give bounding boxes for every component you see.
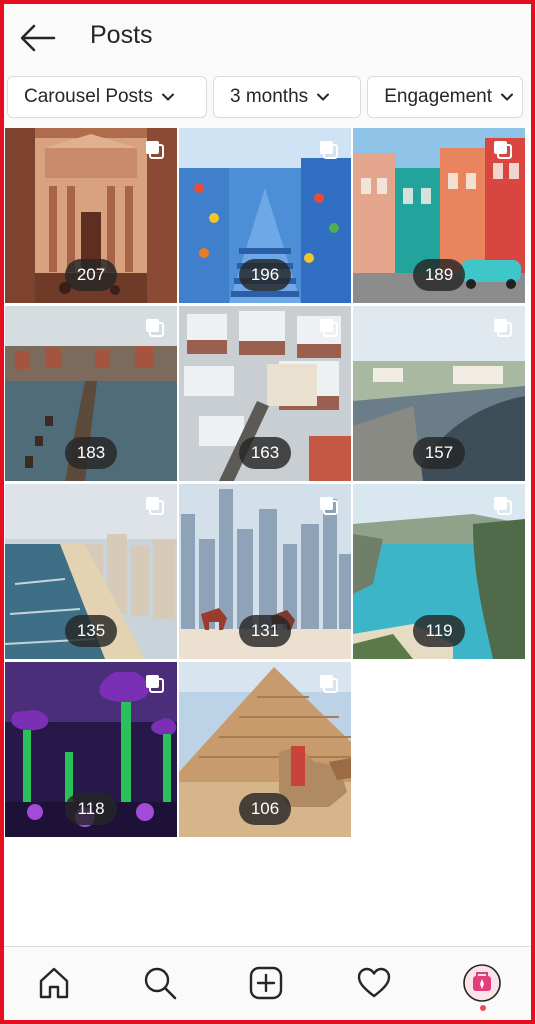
home-icon: [39, 967, 69, 999]
profile-avatar-icon: [463, 964, 501, 1002]
tab-activity[interactable]: [352, 961, 396, 1005]
carousel-icon: [320, 319, 338, 337]
post-tile[interactable]: 163: [179, 306, 351, 481]
carousel-icon: [494, 497, 512, 515]
post-tile[interactable]: 118: [5, 662, 177, 837]
filter-time-range[interactable]: 3 months: [213, 76, 361, 118]
carousel-icon: [146, 497, 164, 515]
post-tile[interactable]: 207: [5, 128, 177, 303]
engagement-count: 183: [65, 437, 117, 469]
engagement-count: 119: [413, 615, 465, 647]
top-bar: Posts: [4, 4, 531, 71]
chevron-down-icon: [317, 93, 330, 101]
activity-heart-icon: [357, 967, 391, 998]
carousel-icon: [494, 141, 512, 159]
filter-label: 3 months: [230, 86, 309, 107]
filter-post-type[interactable]: Carousel Posts: [7, 76, 207, 118]
post-tile[interactable]: 157: [353, 306, 525, 481]
engagement-count: 207: [65, 259, 117, 291]
engagement-count: 118: [65, 793, 117, 825]
back-button[interactable]: [18, 20, 58, 56]
engagement-count: 106: [239, 793, 291, 825]
post-tile[interactable]: 135: [5, 484, 177, 659]
page-title: Posts: [90, 21, 153, 49]
carousel-icon: [320, 497, 338, 515]
search-icon: [144, 967, 177, 1000]
engagement-count: 163: [239, 437, 291, 469]
carousel-icon: [320, 675, 338, 693]
engagement-count: 135: [65, 615, 117, 647]
carousel-icon: [146, 141, 164, 159]
tab-profile[interactable]: [460, 961, 504, 1005]
filter-bar: Carousel Posts 3 months Engagement: [4, 70, 531, 128]
carousel-icon: [320, 141, 338, 159]
back-arrow-icon: [20, 24, 56, 52]
bottom-tab-bar: [4, 946, 531, 1021]
filter-label: Carousel Posts: [24, 86, 153, 107]
tab-new-post[interactable]: [244, 961, 288, 1005]
engagement-count: 196: [239, 259, 291, 291]
notification-dot: [480, 1005, 486, 1011]
carousel-icon: [146, 675, 164, 693]
new-post-icon: [249, 966, 283, 1000]
post-tile[interactable]: 131: [179, 484, 351, 659]
posts-grid: 207 196 189 183 163 157 135 131 119 118 106: [5, 128, 530, 842]
tab-search[interactable]: [138, 961, 182, 1005]
engagement-count: 189: [413, 259, 465, 291]
post-tile[interactable]: 189: [353, 128, 525, 303]
engagement-count: 131: [239, 615, 291, 647]
engagement-count: 157: [413, 437, 465, 469]
carousel-icon: [146, 319, 164, 337]
filter-label: Engagement: [384, 86, 492, 107]
filter-sort-metric[interactable]: Engagement: [367, 76, 523, 118]
chevron-down-icon: [501, 93, 513, 101]
post-tile[interactable]: 106: [179, 662, 351, 837]
tab-home[interactable]: [32, 961, 76, 1005]
chevron-down-icon: [161, 93, 174, 101]
carousel-icon: [494, 319, 512, 337]
post-tile[interactable]: 183: [5, 306, 177, 481]
post-tile[interactable]: 119: [353, 484, 525, 659]
post-tile[interactable]: 196: [179, 128, 351, 303]
